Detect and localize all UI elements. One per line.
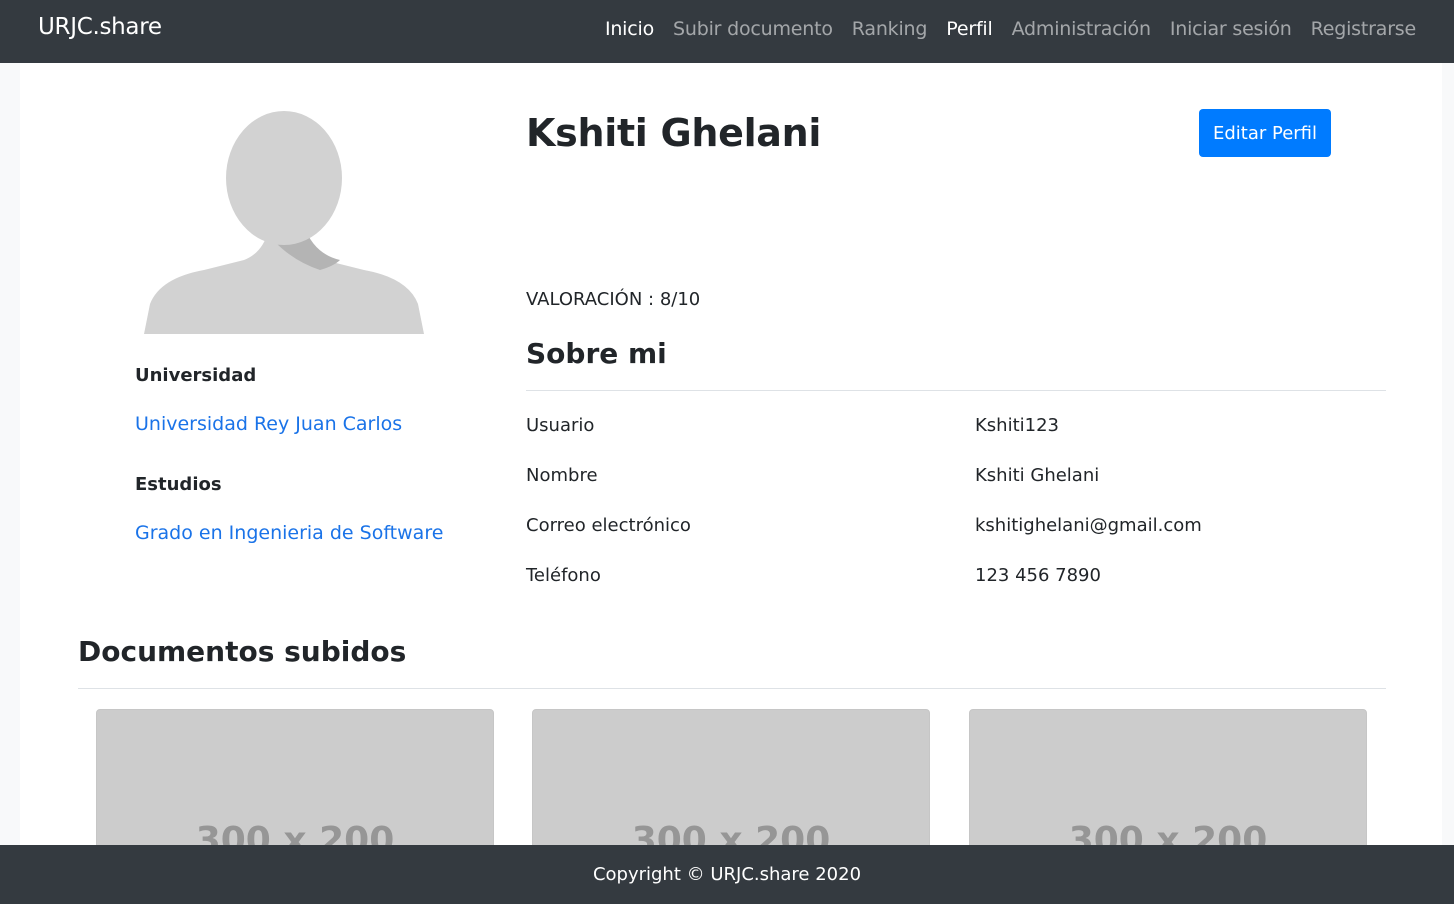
nav-link-ranking[interactable]: Ranking: [852, 18, 928, 40]
field-value-nombre: Kshiti Ghelani: [975, 465, 1100, 486]
field-label-telefono: Teléfono: [526, 565, 601, 586]
university-heading: Universidad: [135, 365, 257, 386]
document-card[interactable]: 300 x 200: [969, 709, 1367, 845]
nav-link-administracion[interactable]: Administración: [1012, 18, 1151, 40]
about-heading: Sobre mi: [526, 337, 667, 370]
profile-card: Universidad Universidad Rey Juan Carlos …: [20, 63, 1442, 845]
nav-links: Inicio Subir documento Ranking Perfil Ad…: [586, 0, 1416, 58]
field-label-nombre: Nombre: [526, 465, 598, 486]
field-value-usuario: Kshiti123: [975, 415, 1060, 436]
footer: Copyright © URJC.share 2020: [0, 845, 1454, 904]
document-card[interactable]: 300 x 200: [532, 709, 930, 845]
divider: [78, 688, 1386, 689]
document-thumbnail-placeholder: 300 x 200: [1068, 820, 1268, 845]
copyright-text: Copyright © URJC.share 2020: [592, 864, 862, 885]
field-value-telefono: 123 456 7890: [975, 565, 1101, 586]
university-link[interactable]: Universidad Rey Juan Carlos: [135, 413, 402, 435]
nav-link-inicio[interactable]: Inicio: [605, 18, 654, 40]
studies-link[interactable]: Grado en Ingenieria de Software: [135, 522, 443, 544]
rating-text: VALORACIÓN : 8/10: [526, 289, 701, 310]
document-card[interactable]: 300 x 200: [96, 709, 494, 845]
document-thumbnail-placeholder: 300 x 200: [195, 820, 395, 845]
nav-link-subir-documento[interactable]: Subir documento: [673, 18, 833, 40]
navbar: URJC.share Inicio Subir documento Rankin…: [0, 0, 1454, 63]
nav-link-perfil[interactable]: Perfil: [946, 18, 993, 40]
field-value-correo: kshitighelani@gmail.com: [975, 515, 1202, 536]
user-silhouette-icon: [144, 108, 424, 334]
edit-profile-button[interactable]: Editar Perfil: [1199, 109, 1331, 157]
documents-heading: Documentos subidos: [78, 635, 407, 668]
studies-heading: Estudios: [135, 474, 222, 495]
nav-link-registrarse[interactable]: Registrarse: [1311, 18, 1417, 40]
field-label-correo: Correo electrónico: [526, 515, 691, 536]
divider: [526, 390, 1386, 391]
field-label-usuario: Usuario: [526, 415, 595, 436]
document-thumbnail-placeholder: 300 x 200: [631, 820, 831, 845]
nav-link-iniciar-sesion[interactable]: Iniciar sesión: [1170, 18, 1292, 40]
profile-name: Kshiti Ghelani: [526, 111, 822, 155]
brand-logo[interactable]: URJC.share: [38, 14, 162, 40]
